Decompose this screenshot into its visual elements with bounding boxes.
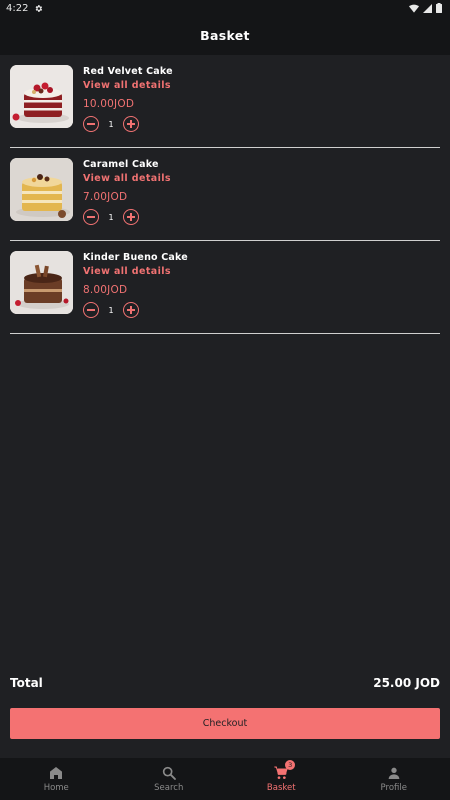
quantity-stepper: 1 — [83, 302, 139, 318]
nav-item-profile[interactable]: Profile — [338, 758, 450, 800]
home-icon — [50, 767, 63, 779]
wifi-icon — [409, 4, 419, 13]
quantity-stepper: 1 — [83, 116, 139, 132]
product-name: Caramel Cake — [83, 159, 159, 170]
status-bar: 4:22 — [0, 0, 450, 16]
quantity-stepper: 1 — [83, 209, 139, 225]
increase-quantity-button[interactable] — [123, 302, 139, 318]
quantity-value: 1 — [108, 119, 114, 129]
nav-item-search[interactable]: Search — [113, 758, 226, 800]
product-price: 8.00JOD — [83, 284, 128, 296]
product-price: 7.00JOD — [83, 191, 128, 203]
nav-item-basket[interactable]: 3 Basket — [225, 758, 338, 800]
quantity-value: 1 — [108, 305, 114, 315]
basket-item: Red Velvet Cake View all details 10.00JO… — [10, 55, 440, 148]
decrease-quantity-button[interactable] — [83, 116, 99, 132]
search-icon — [162, 766, 176, 780]
basket-item: Caramel Cake View all details 7.00JOD 1 — [10, 148, 440, 241]
nav-label: Home — [43, 783, 69, 793]
total-row: Total 25.00 JOD — [10, 676, 440, 690]
basket-count-badge: 3 — [285, 760, 296, 770]
increase-quantity-button[interactable] — [123, 116, 139, 132]
product-image-kinder-bueno[interactable] — [10, 251, 73, 314]
nav-label: Basket — [266, 783, 296, 793]
view-details-link[interactable]: View all details — [83, 80, 171, 91]
settings-gear-icon — [36, 4, 43, 12]
battery-icon — [436, 3, 442, 13]
cellular-signal-icon — [423, 3, 432, 13]
decrease-quantity-button[interactable] — [83, 209, 99, 225]
status-time: 4:22 — [6, 2, 29, 14]
nav-label: Profile — [380, 783, 407, 793]
page-title: Basket — [200, 28, 250, 43]
total-label: Total — [10, 676, 43, 690]
nav-label: Search — [154, 783, 184, 793]
product-name: Red Velvet Cake — [83, 66, 173, 77]
product-price: 10.00JOD — [83, 98, 135, 110]
quantity-value: 1 — [108, 212, 114, 222]
total-value: 25.00 JOD — [373, 676, 440, 690]
checkout-button[interactable]: Checkout — [10, 708, 440, 739]
view-details-link[interactable]: View all details — [83, 266, 171, 277]
bottom-nav: Home Search 3 Basket Profile — [0, 758, 450, 800]
product-image-caramel[interactable] — [10, 158, 73, 221]
increase-quantity-button[interactable] — [123, 209, 139, 225]
basket-item: Kinder Bueno Cake View all details 8.00J… — [10, 241, 440, 334]
person-icon — [388, 767, 400, 779]
nav-item-home[interactable]: Home — [0, 758, 113, 800]
product-name: Kinder Bueno Cake — [83, 252, 188, 263]
product-image-red-velvet[interactable] — [10, 65, 73, 128]
decrease-quantity-button[interactable] — [83, 302, 99, 318]
view-details-link[interactable]: View all details — [83, 173, 171, 184]
app-bar: Basket — [0, 16, 450, 55]
